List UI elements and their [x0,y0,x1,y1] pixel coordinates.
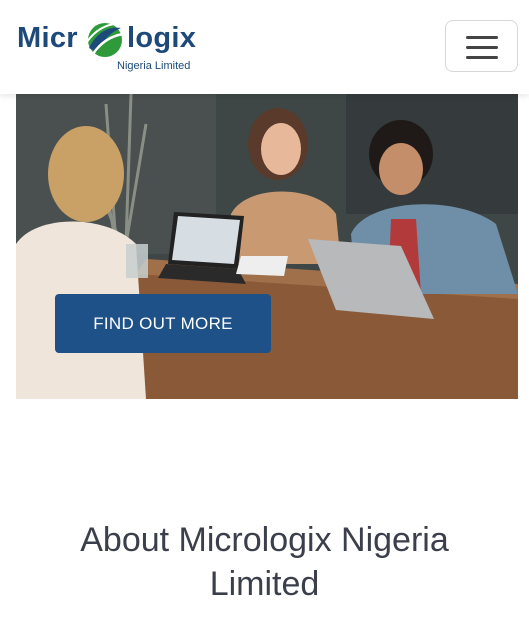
hero-photo-illustration [16,94,518,399]
hamburger-menu-button[interactable] [445,20,518,72]
site-header: Micr logix Nigeria Limited [0,0,529,94]
logo-subtitle: Nigeria Limited [117,60,191,72]
find-out-more-button[interactable]: FIND OUT MORE [55,294,271,353]
logo-word-right: logix [127,22,197,54]
about-heading: About Micrologix Nigeria Limited [80,521,449,603]
swoosh-globe-icon [86,23,124,57]
hamburger-menu-icon-bar [466,56,498,59]
micrologix-logo[interactable]: Micr logix Nigeria Limited [17,18,207,76]
hero-image [16,94,518,399]
hamburger-menu-icon-bar [466,46,498,49]
hamburger-menu-icon [466,36,498,39]
logo-word-left: Micr [17,22,78,54]
